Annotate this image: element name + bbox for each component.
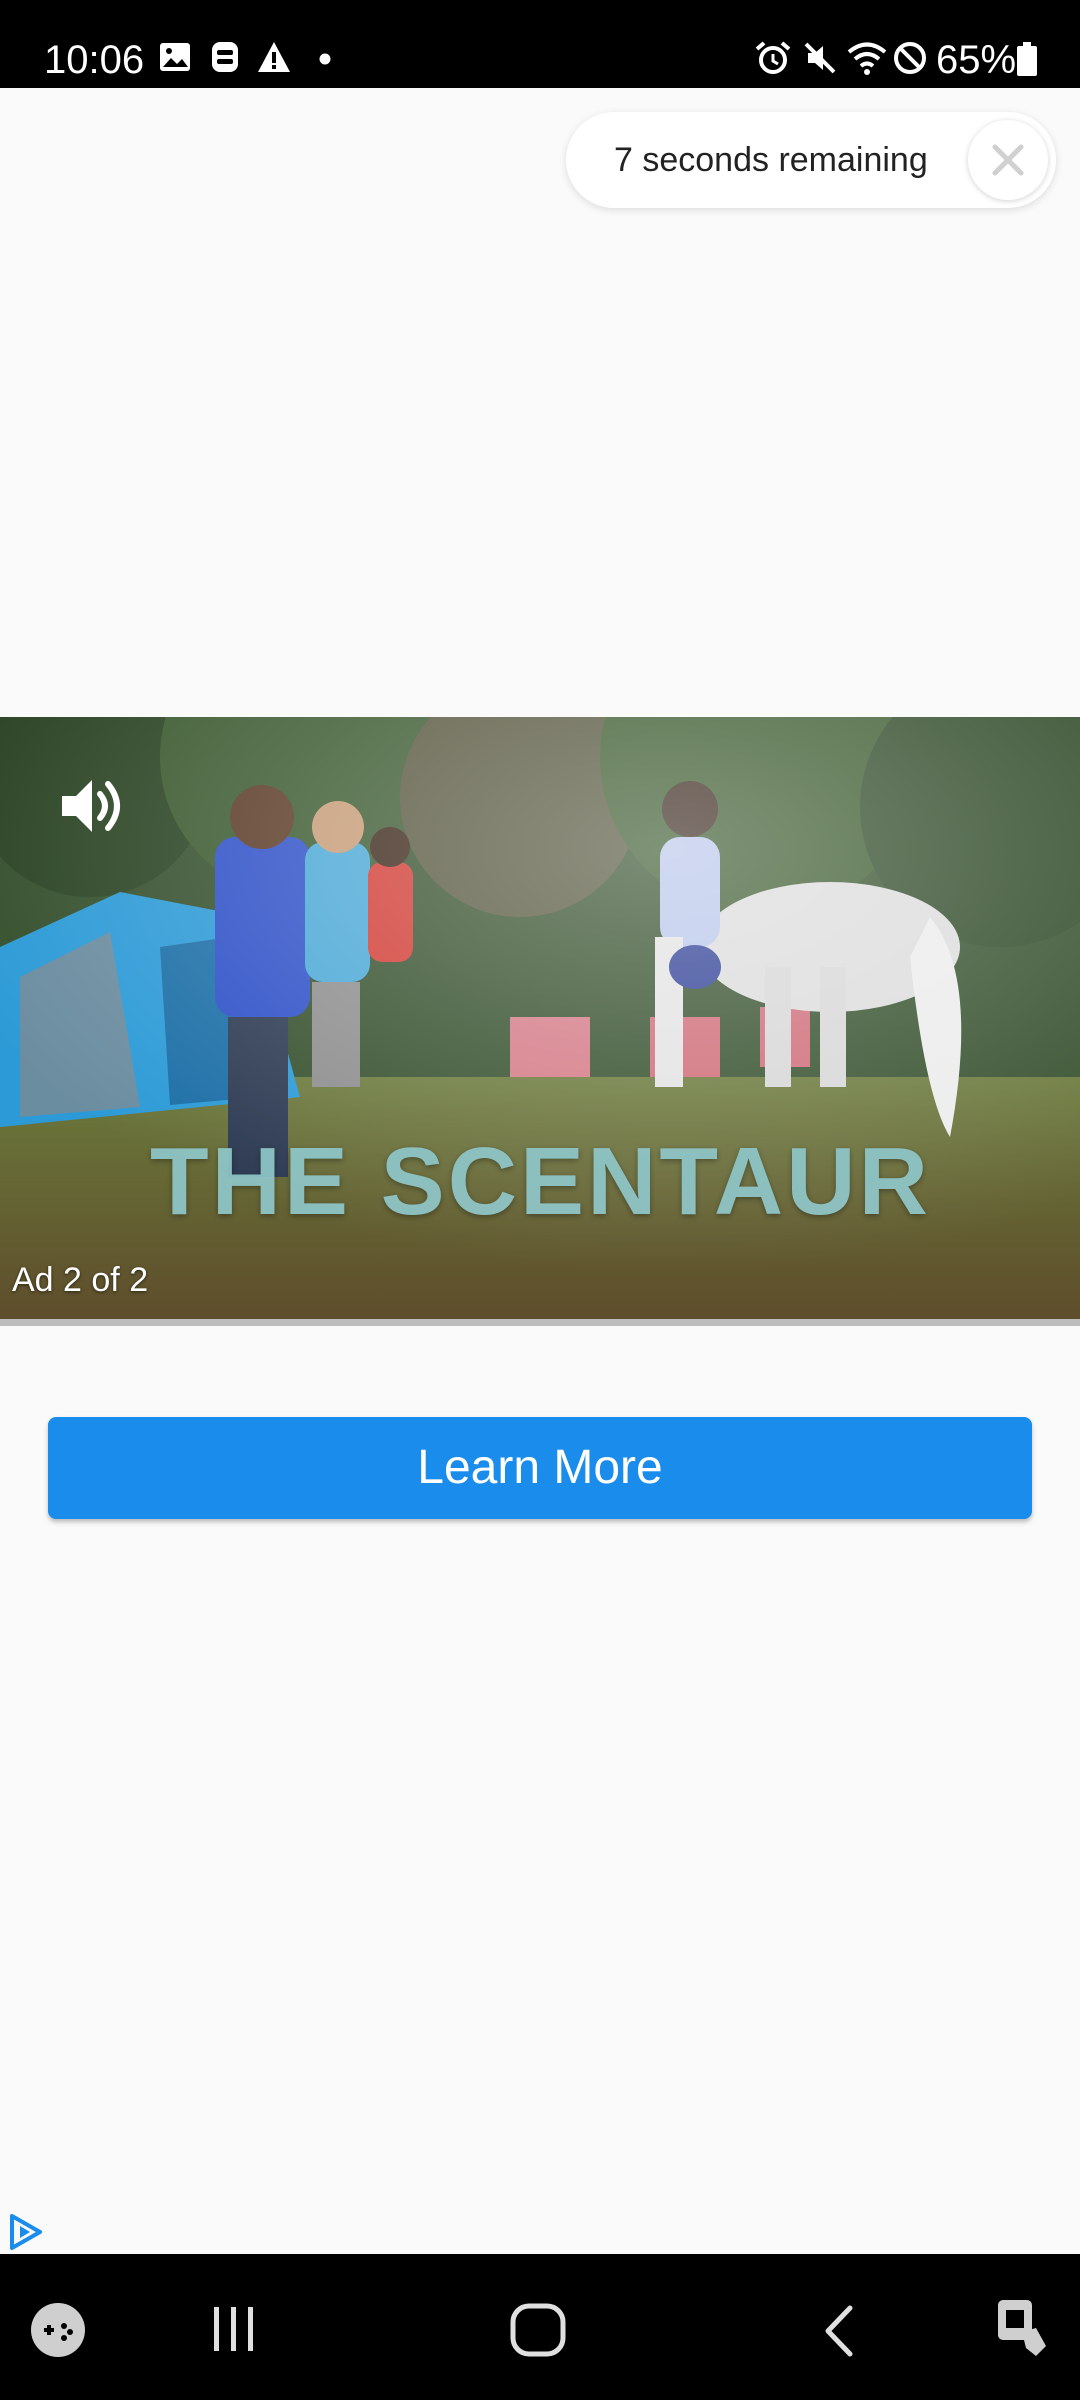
video-progress-bar (0, 1319, 1080, 1326)
back-icon[interactable] (816, 2304, 866, 2358)
gallery-icon (160, 43, 190, 71)
battery-percent: 65% (936, 38, 1017, 82)
video-title-overlay: THE SCENTAUR (150, 1128, 931, 1235)
volume-icon (62, 780, 120, 832)
battery-icon (1017, 42, 1037, 76)
dot-icon (319, 53, 331, 65)
alarm-icon (755, 41, 791, 74)
dnd-icon (894, 42, 926, 74)
wallet-icon (212, 42, 238, 72)
close-button[interactable] (968, 120, 1048, 200)
game-launcher-icon[interactable] (28, 2300, 88, 2360)
assistant-icon[interactable] (992, 2296, 1052, 2360)
ad-choices-button[interactable] (6, 2212, 46, 2252)
home-icon[interactable] (508, 2300, 568, 2360)
navigation-bar (0, 2254, 1080, 2400)
status-bar: 10:06 65% (0, 0, 1080, 88)
learn-more-button[interactable]: Learn More (48, 1417, 1032, 1519)
countdown-text: 7 seconds remaining (614, 141, 928, 179)
status-time: 10:06 (44, 38, 145, 82)
wifi-icon (847, 42, 887, 75)
countdown-pill: 7 seconds remaining (566, 112, 1056, 208)
ad-video[interactable]: THE SCENTAUR (0, 717, 1080, 1319)
recents-icon[interactable] (204, 2304, 264, 2354)
close-icon (992, 144, 1024, 176)
mute-icon (804, 42, 836, 74)
ad-choices-icon (10, 2214, 42, 2250)
volume-button[interactable] (56, 770, 128, 842)
warning-icon (258, 42, 290, 72)
ad-counter: Ad 2 of 2 (12, 1261, 149, 1299)
